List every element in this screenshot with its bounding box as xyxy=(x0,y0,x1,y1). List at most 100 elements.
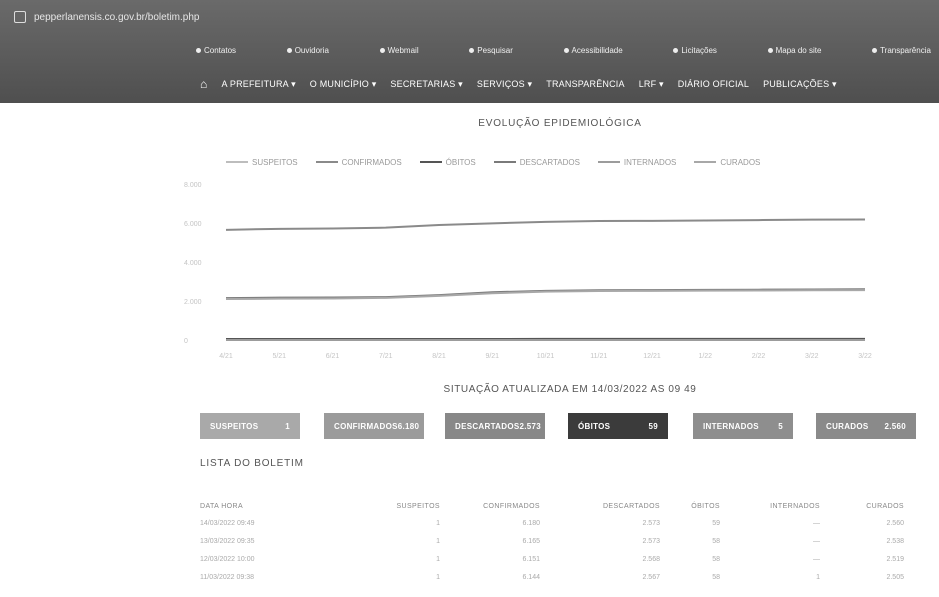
badge-label: CURADOS xyxy=(826,421,869,431)
table-header-row: DATA HORA SUSPEITOS CONFIRMADOS DESCARTADOS… xyxy=(200,498,918,514)
table-cell: 58 xyxy=(712,555,720,563)
y-tick-label: 2.000 xyxy=(184,299,202,306)
table-cell: 2.567 xyxy=(642,573,660,581)
table-cell: 6.165 xyxy=(522,537,540,545)
home-icon[interactable]: ⌂ xyxy=(200,77,207,91)
nav-municipio[interactable]: O MUNICÍPIO ▾ xyxy=(310,79,377,90)
x-tick-label: 6/21 xyxy=(326,353,340,360)
badge-label: DESCARTADOS xyxy=(455,421,520,431)
url-text[interactable]: pepperlanensis.co.gov.br/boletim.php xyxy=(34,12,199,23)
table-cell: 6.151 xyxy=(522,555,540,563)
table-row: 14/03/2022 09:49 1 6.180 2.573 59 — 2.560 xyxy=(200,514,918,532)
nav-diario-oficial[interactable]: DIÁRIO OFICIAL xyxy=(678,79,749,89)
doc-icon xyxy=(673,47,679,53)
site-header: pepperlanensis.co.gov.br/boletim.php Con… xyxy=(0,0,939,103)
badge-value: 5 xyxy=(778,421,783,431)
nav-publicacoes[interactable]: PUBLICAÇÕES ▾ xyxy=(763,79,837,90)
table-cell: — xyxy=(813,555,820,563)
nav-servicos[interactable]: SERVIÇOS ▾ xyxy=(477,79,532,90)
y-tick-label: 8.000 xyxy=(184,182,202,189)
badge-value: 2.560 xyxy=(884,421,906,431)
sitemap-icon xyxy=(767,47,773,53)
x-tick-label: 3/22 xyxy=(858,353,872,360)
x-tick-label: 11/21 xyxy=(590,353,607,360)
topnav-item-contatos[interactable]: Contatos xyxy=(196,46,236,55)
bulletin-table: DATA HORA SUSPEITOS CONFIRMADOS DESCARTADOS… xyxy=(200,498,918,586)
table-cell: 12/03/2022 10:00 xyxy=(200,555,255,563)
table-cell: 2.560 xyxy=(886,519,904,527)
table-cell: — xyxy=(813,519,820,527)
table-cell: 58 xyxy=(712,537,720,545)
badge-value: 1 xyxy=(285,421,290,431)
epidemiological-line-chart: 0 2.000 4.000 6.000 8.000 4/21 5/21 6/21 7/21 8/2… xyxy=(184,182,872,360)
table-cell: 1 xyxy=(816,573,820,581)
table-cell: 59 xyxy=(712,519,720,527)
column-header[interactable]: CURADOS xyxy=(820,503,904,510)
table-cell: 1 xyxy=(436,555,440,563)
nav-lrf[interactable]: LRF ▾ xyxy=(639,79,664,90)
topnav-item-mapa[interactable]: Mapa do site xyxy=(767,46,821,55)
topnav-item-pesquisar[interactable]: Pesquisar xyxy=(469,46,513,55)
lock-icon xyxy=(14,11,26,23)
table-cell: 14/03/2022 09:49 xyxy=(200,519,255,527)
accessibility-icon xyxy=(563,47,569,53)
table-cell: 1 xyxy=(436,519,440,527)
badge-label: SUSPEITOS xyxy=(210,421,259,431)
x-tick-label: 2/22 xyxy=(752,353,766,360)
column-header[interactable]: INTERNADOS xyxy=(720,503,820,510)
summary-badges: SUSPEITOS 1 CONFIRMADOS 6.180 DESCARTADOS 2.5… xyxy=(200,413,918,439)
table-cell: 1 xyxy=(436,537,440,545)
topnav-item-acessibilidade[interactable]: Acessibilidade xyxy=(563,46,623,55)
x-tick-label: 3/22 xyxy=(805,353,819,360)
table-cell: 2.538 xyxy=(886,537,904,545)
column-header[interactable]: ÓBITOS xyxy=(660,503,720,510)
table-row: 11/03/2022 09:38 1 6.144 2.567 58 1 2.505 xyxy=(200,568,918,586)
x-tick-label: 5/21 xyxy=(272,353,286,360)
column-header[interactable]: DATA HORA xyxy=(200,503,350,510)
table-cell: 2.573 xyxy=(642,537,660,545)
series-line xyxy=(225,218,866,231)
column-header[interactable]: CONFIRMADOS xyxy=(440,503,540,510)
badge-label: ÓBITOS xyxy=(578,421,611,431)
table-cell: 58 xyxy=(712,573,720,581)
x-tick-label: 1/22 xyxy=(698,353,712,360)
column-header[interactable]: DESCARTADOS xyxy=(540,503,660,510)
nav-secretarias[interactable]: SECRETARIAS ▾ xyxy=(390,79,462,90)
y-tick-label: 6.000 xyxy=(184,221,202,228)
topnav-item-licitacoes[interactable]: Licitações xyxy=(673,46,717,55)
list-title: LISTA DO BOLETIM xyxy=(200,458,304,469)
status-badge: CONFIRMADOS 6.180 xyxy=(324,413,424,439)
table-cell: 11/03/2022 09:38 xyxy=(200,573,254,581)
table-cell: 1 xyxy=(436,573,440,581)
badge-value: 59 xyxy=(648,421,658,431)
table-cell: 2.573 xyxy=(642,519,660,527)
x-tick-label: 7/21 xyxy=(379,353,393,360)
phone-icon xyxy=(196,47,201,53)
topnav-item-ouvidoria[interactable]: Ouvidoria xyxy=(286,46,329,55)
top-utility-nav: Contatos Ouvidoria Webmail Pesquisar Ace… xyxy=(196,40,931,60)
x-tick-label: 9/21 xyxy=(485,353,499,360)
status-badge: CURADOS 2.560 xyxy=(816,413,916,439)
x-tick-label: 10/21 xyxy=(537,353,555,360)
megaphone-icon xyxy=(286,47,292,53)
address-bar[interactable]: pepperlanensis.co.gov.br/boletim.php xyxy=(14,8,199,26)
table-row: 13/03/2022 09:35 1 6.165 2.573 58 — 2.538 xyxy=(200,532,918,550)
x-tick-label: 12/21 xyxy=(643,353,661,360)
table-row: 12/03/2022 10:00 1 6.151 2.568 58 — 2.519 xyxy=(200,550,918,568)
topnav-item-webmail[interactable]: Webmail xyxy=(379,46,419,55)
table-cell: — xyxy=(813,537,820,545)
y-tick-label: 0 xyxy=(184,338,188,345)
mail-icon xyxy=(379,47,385,53)
search-icon xyxy=(469,47,475,53)
status-badge: ÓBITOS 59 xyxy=(568,413,668,439)
table-cell: 2.505 xyxy=(886,573,904,581)
table-cell: 6.144 xyxy=(522,573,540,581)
series-line xyxy=(225,289,866,301)
table-cell: 2.568 xyxy=(642,555,660,563)
nav-prefeitura[interactable]: A PREFEITURA ▾ xyxy=(221,79,295,90)
topnav-item-transparencia[interactable]: Transparência xyxy=(872,46,931,55)
column-header[interactable]: SUSPEITOS xyxy=(350,503,440,510)
nav-transparencia[interactable]: TRANSPARÊNCIA xyxy=(546,79,624,89)
badge-value: 6.180 xyxy=(397,421,420,431)
badge-label: INTERNADOS xyxy=(703,421,759,431)
